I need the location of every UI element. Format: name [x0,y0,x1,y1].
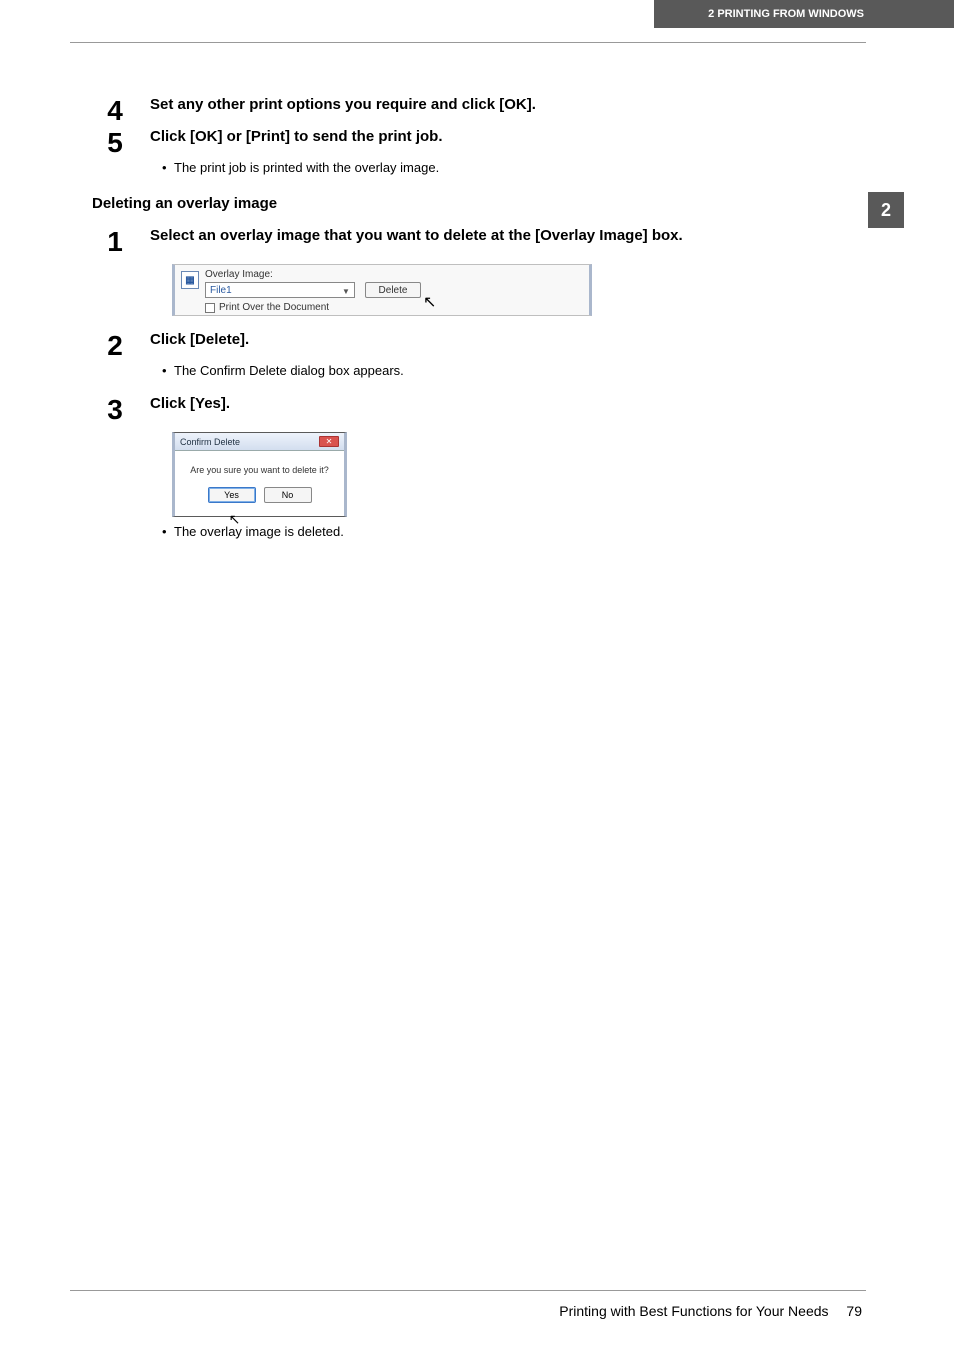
chevron-down-icon: ▼ [340,285,352,297]
del-step-1-number: 1 [90,226,140,256]
dialog-message: Are you sure you want to delete it? [175,451,344,479]
overlay-image-select[interactable]: File1 ▼ [205,282,355,298]
step-4-number: 4 [90,95,140,125]
print-over-document-checkbox[interactable]: Print Over the Document [205,302,329,313]
chapter-tab-number: 2 [881,200,891,221]
dialog-title: Confirm Delete [180,437,240,447]
overlay-image-select-value: File1 [210,285,232,296]
step-4-row: 4 Set any other print options you requir… [90,95,865,125]
overlay-image-panel: ▦ Overlay Image: File1 ▼ Delete ↖ Print … [172,264,592,316]
chapter-tab: 2 [868,192,904,228]
del-step-3-number: 3 [90,394,140,424]
step-5-row: 5 Click [OK] or [Print] to send the prin… [90,127,865,157]
del-step-3-row: 3 Click [Yes]. [90,394,865,424]
footer-rule [70,1290,866,1291]
checkbox-box-icon [205,303,215,313]
del-step-3-title: Click [Yes]. [150,394,865,414]
step-4-title: Set any other print options you require … [150,95,865,115]
close-icon[interactable]: ✕ [319,436,339,447]
del-step-3-bullet: •The overlay image is deleted. [90,523,865,541]
del-step-2-row: 2 Click [Delete]. [90,330,865,360]
header-rule [70,42,866,43]
header-breadcrumb: 2 PRINTING FROM WINDOWS [708,8,864,20]
cursor-icon: ↖ [229,511,241,527]
footer: Printing with Best Functions for Your Ne… [559,1303,862,1319]
cursor-icon: ↖ [423,292,436,312]
footer-section-title: Printing with Best Functions for Your Ne… [559,1303,828,1319]
overlay-thumbnail-icon: ▦ [181,271,199,289]
confirm-delete-dialog: Confirm Delete ✕ Are you sure you want t… [172,432,347,517]
header-bar: 2 PRINTING FROM WINDOWS [654,0,954,28]
section-heading: Deleting an overlay image [92,195,865,212]
del-step-2-title: Click [Delete]. [150,330,865,350]
dialog-titlebar: Confirm Delete ✕ [175,433,344,451]
del-step-2-bullet-text: The Confirm Delete dialog box appears. [174,363,404,378]
delete-button-label: Delete [379,285,408,296]
page-content: 4 Set any other print options you requir… [90,95,865,556]
del-step-1-title: Select an overlay image that you want to… [150,226,865,246]
step-5-title: Click [OK] or [Print] to send the print … [150,127,865,147]
del-step-3-bullet-text: The overlay image is deleted. [174,524,344,539]
del-step-1-row: 1 Select an overlay image that you want … [90,226,865,256]
no-button[interactable]: No [264,487,312,503]
no-button-label: No [282,490,294,500]
print-over-document-label: Print Over the Document [219,302,329,313]
step-5-bullet: •The print job is printed with the overl… [90,159,865,177]
overlay-image-label: Overlay Image: [205,269,273,280]
step-5-number: 5 [90,127,140,157]
page-number: 79 [846,1303,862,1319]
del-step-2-number: 2 [90,330,140,360]
step-5-bullet-text: The print job is printed with the overla… [174,160,439,175]
del-step-2-bullet: •The Confirm Delete dialog box appears. [90,362,865,380]
delete-button[interactable]: Delete [365,282,421,298]
